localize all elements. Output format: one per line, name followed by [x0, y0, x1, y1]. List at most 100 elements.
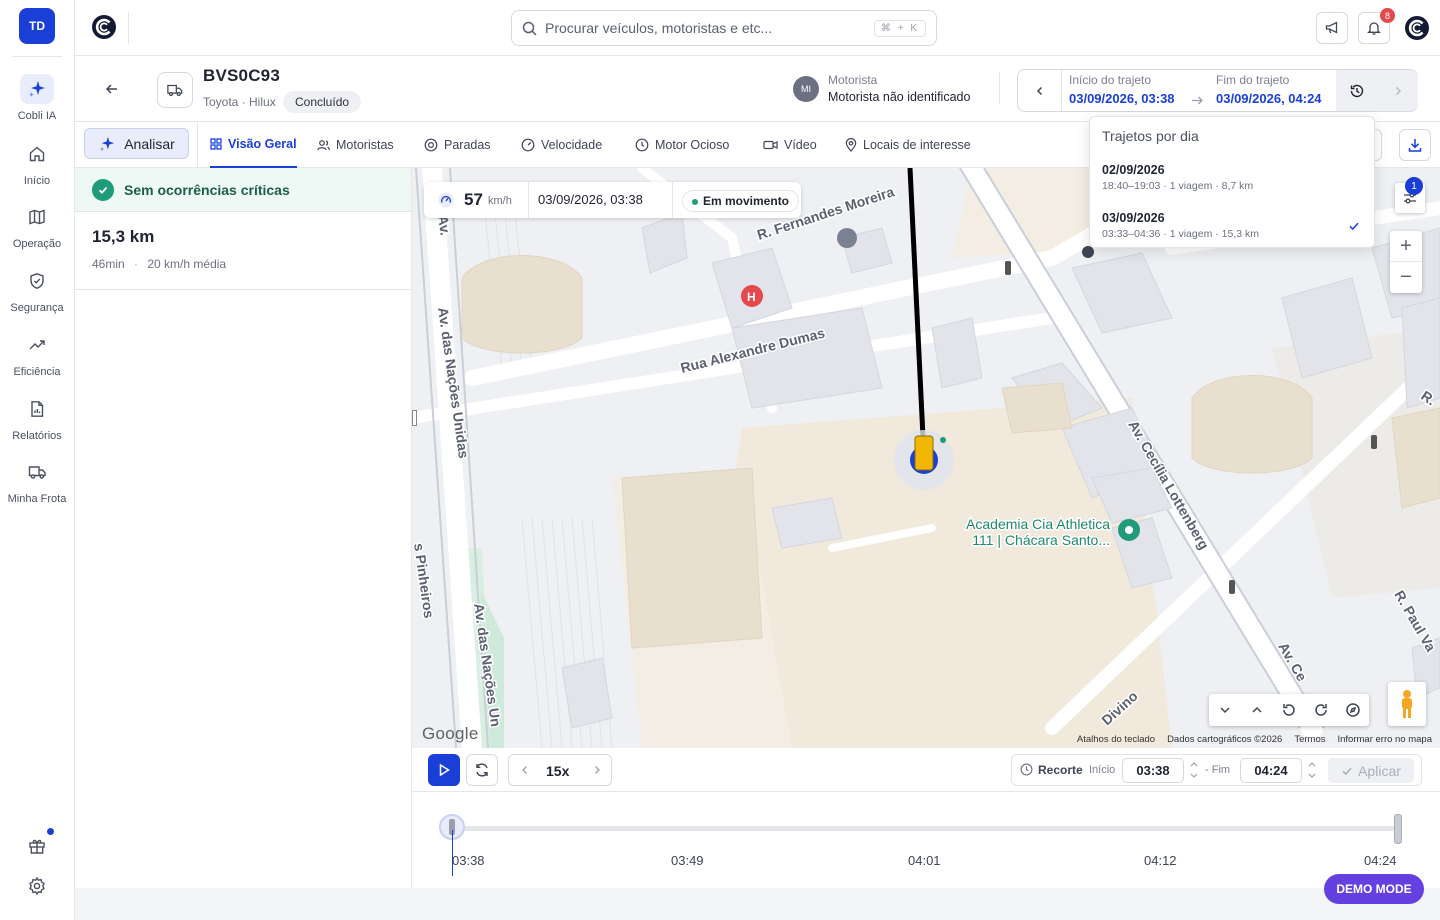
tab-motoristas[interactable]: Motoristas — [317, 122, 394, 168]
next-trip-button[interactable] — [1378, 70, 1418, 111]
sidebar-item-operacao[interactable]: Operação — [0, 202, 74, 250]
sidebar-item-seguranca[interactable]: Segurança — [0, 266, 74, 314]
tab-motor-ocioso[interactable]: Motor Ocioso — [635, 122, 729, 168]
stop-circle-icon — [424, 138, 438, 152]
timeline-tick: 04:12 — [1144, 853, 1177, 868]
driver-caption: Motorista — [828, 73, 878, 87]
video-camera-icon — [763, 140, 778, 150]
back-button[interactable] — [99, 76, 125, 102]
search-shortcut: ⌘ + K — [873, 19, 926, 37]
arrow-left-icon — [105, 84, 117, 94]
check-icon — [1342, 767, 1352, 775]
tab-label: Motor Ocioso — [655, 138, 730, 152]
keyboard-shortcuts-link[interactable]: Atalhos do teclado — [1077, 734, 1155, 745]
demo-mode-button[interactable]: DEMO MODE — [1324, 874, 1424, 904]
tab-label: Locais de interesse — [863, 138, 971, 152]
trip-summary-panel: Sem ocorrências críticas 15,3 km 46min ·… — [75, 168, 412, 888]
sidebar-item-inicio[interactable]: Início — [0, 139, 74, 187]
timeline-track[interactable] — [452, 826, 1400, 831]
download-icon — [1408, 139, 1422, 152]
search-input[interactable]: Procurar veículos, motoristas e etc... ⌘… — [511, 10, 937, 46]
truck-icon — [20, 457, 54, 487]
rotate-left-icon[interactable] — [1277, 698, 1301, 722]
tab-paradas[interactable]: Paradas — [424, 122, 491, 168]
trip-range-selector[interactable]: Início do trajeto 03/09/2026, 03:38 Fim … — [1017, 69, 1418, 112]
map-view[interactable]: H R. Fernandes Moreira Rua Alexandre Dum… — [412, 168, 1440, 748]
compass-icon[interactable] — [1341, 698, 1365, 722]
speed-decrease-icon[interactable] — [519, 764, 531, 776]
map-edge-handle[interactable] — [412, 410, 417, 426]
notifications-button[interactable]: 8 — [1358, 8, 1395, 44]
driver-name[interactable]: Motorista não identificado — [828, 90, 970, 104]
clip-label: Recorte — [1038, 763, 1083, 777]
cobli-logo[interactable] — [91, 14, 117, 40]
rotate-right-icon[interactable] — [1309, 698, 1333, 722]
trip-header: BVS0C93 Toyota · Hilux Concluído MI Moto… — [75, 56, 1440, 122]
chevron-left-icon — [1036, 86, 1042, 95]
tab-velocidade[interactable]: Velocidade — [521, 122, 602, 168]
vehicle-status-card: 57 km/h 03/09/2026, 03:38 Em movimento — [424, 182, 801, 218]
new-indicator-dot — [47, 828, 54, 835]
vehicle-model: Toyota · Hilux — [203, 95, 276, 109]
clip-start-time-input[interactable]: 03:38 — [1122, 758, 1184, 783]
zoom-controls: + − — [1390, 231, 1422, 293]
timeline-tick: 04:24 — [1364, 853, 1397, 868]
announcements-button[interactable] — [1316, 12, 1348, 44]
search-placeholder: Procurar veículos, motoristas e etc... — [545, 20, 773, 36]
tilt-up-icon[interactable] — [1245, 698, 1269, 722]
previous-trip-button[interactable] — [1018, 70, 1062, 111]
clip-end-handle[interactable] — [1394, 814, 1402, 844]
street-view-pegman-button[interactable] — [1388, 682, 1426, 726]
sidebar-item-relatorios[interactable]: Relatórios — [0, 394, 74, 442]
timeline-tick: 03:49 — [671, 853, 704, 868]
no-critical-events-banner: Sem ocorrências críticas — [75, 168, 411, 212]
clip-end-time-input[interactable]: 04:24 — [1240, 758, 1302, 783]
tilt-down-icon[interactable] — [1213, 698, 1237, 722]
trip-end-value: 03/09/2026, 04:24 — [1216, 91, 1322, 106]
trip-day-option[interactable]: 03/09/2026 03:33–04:36 · 1 viagem · 15,3… — [1102, 211, 1364, 240]
sidebar-item-cobli-ia[interactable]: Cobli IA — [0, 74, 74, 122]
settings-gear-icon[interactable] — [27, 876, 47, 896]
terms-link[interactable]: Termos — [1294, 734, 1325, 745]
tab-video[interactable]: Vídeo — [763, 122, 817, 168]
speedometer-icon — [521, 138, 535, 152]
download-button[interactable] — [1399, 129, 1431, 161]
playback-controls: 15x Recorte Início 03:38 - Fim 04:24 Apl… — [412, 748, 1440, 792]
gift-icon[interactable] — [27, 836, 47, 856]
trip-average-speed: 20 km/h média — [147, 257, 227, 271]
trip-day-option[interactable]: 02/09/2026 18:40–19:03 · 1 viagem · 8,7 … — [1102, 163, 1364, 192]
tab-locais-de-interesse[interactable]: Locais de interesse — [845, 122, 971, 168]
account-avatar[interactable]: TD — [19, 8, 55, 44]
zoom-out-button[interactable]: − — [1390, 262, 1422, 293]
stepper-icon[interactable] — [1189, 759, 1199, 781]
chevron-right-icon — [1395, 86, 1402, 95]
poi-name[interactable]: Academia Cia Athletica — [965, 515, 1112, 534]
dropdown-title: Trajetos por dia — [1102, 128, 1199, 144]
speedometer-icon — [438, 192, 454, 208]
playback-speed-selector[interactable]: 15x — [508, 754, 612, 786]
panel-divider — [75, 289, 411, 290]
sidebar-item-minha-frota[interactable]: Minha Frota — [0, 457, 74, 505]
sidebar-item-label: Cobli IA — [17, 110, 57, 122]
sparkles-icon — [20, 74, 54, 104]
sidebar-divider — [12, 56, 62, 57]
poi-address[interactable]: 111 | Chácara Santo... — [971, 531, 1112, 550]
stepper-icon[interactable] — [1307, 759, 1317, 781]
sidebar-item-label: Segurança — [10, 302, 64, 314]
apply-clip-button[interactable]: Aplicar — [1328, 758, 1414, 783]
map-canvas[interactable]: H R. Fernandes Moreira Rua Alexandre Dum… — [412, 168, 1440, 748]
zoom-in-button[interactable]: + — [1390, 231, 1422, 262]
sidebar-item-eficiencia[interactable]: Eficiência — [0, 330, 74, 378]
report-error-link[interactable]: Informar erro no mapa — [1337, 734, 1432, 745]
sidebar: TD Cobli IA Início Operação Segurança Ef… — [0, 0, 75, 920]
timeline-tick: 04:01 — [908, 853, 941, 868]
apply-label: Aplicar — [1358, 762, 1401, 779]
replay-button[interactable] — [466, 754, 498, 786]
speed-increase-icon[interactable] — [591, 764, 603, 776]
play-button[interactable] — [428, 754, 460, 786]
topbar: Procurar veículos, motoristas e etc... ⌘… — [75, 0, 1440, 56]
tab-visao-geral[interactable]: Visão Geral — [210, 122, 297, 168]
analyze-button[interactable]: Analisar — [84, 128, 189, 159]
trips-history-button[interactable] — [1336, 70, 1378, 111]
company-logo-avatar[interactable] — [1404, 15, 1430, 41]
